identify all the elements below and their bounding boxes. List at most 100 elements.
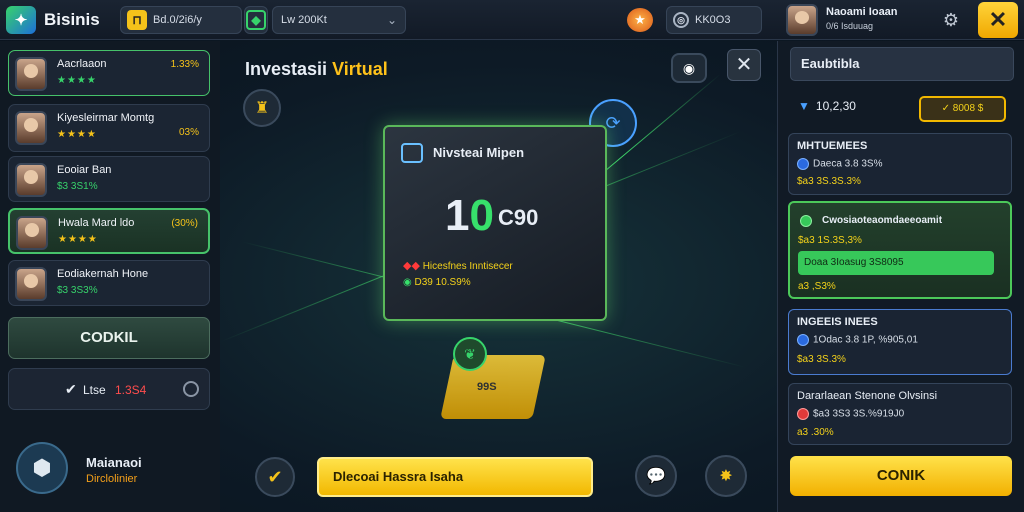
player-stat: $3 3S1% — [57, 181, 98, 192]
investment-amount: 10 C90 — [445, 191, 538, 241]
shield-check-icon[interactable]: ✔ — [255, 457, 295, 497]
player-name: Eodiakernah Hone — [57, 268, 149, 280]
right-panel: Eaubtibla ▼ 10,2,30 ✓ 8008 $ MHTUEMEES Da… — [777, 41, 1024, 512]
diamond-icon: ◆◆ — [403, 260, 420, 272]
wallet-icon — [401, 143, 423, 163]
cube-icon[interactable]: ⬢ — [16, 442, 68, 494]
panel-row: ◆◆ Hicesfnes Inntisecer — [403, 259, 513, 272]
app-logo-icon: ✦ — [6, 6, 36, 34]
section-line: a3 ,S3% — [798, 281, 836, 292]
left-panel: Aacrlaaon 1.33% ★★★★ Kiyesleirmar Momtg … — [0, 41, 220, 512]
panel-title: Eaubtibla — [790, 47, 1014, 81]
player-rating: ★★★★ — [58, 234, 98, 245]
progress-label: Doaa 3Ioasug 3S8095 — [804, 257, 904, 268]
info-section[interactable]: MHTUEMEES Daeca 3.8 3S% $a3 3S.3S.3% — [788, 133, 1012, 195]
bet-value: Lw 200Kt — [281, 14, 327, 26]
likes-label: Ltse — [83, 383, 106, 397]
likes-panel[interactable]: ✔ Ltse 1.3S4 — [8, 368, 210, 410]
section-heading: MHTUEMEES — [797, 140, 868, 152]
check-icon — [797, 158, 809, 170]
info-icon[interactable] — [183, 381, 199, 397]
section-line: $a3 3S.3% — [797, 354, 846, 365]
trophy-badge-icon[interactable]: ♜ — [243, 89, 281, 127]
section-line: Daeca 3.8 3S% — [813, 158, 883, 170]
info-section-active[interactable]: Cwosiaoteaomdaeeoamit $a3 1S.3S,3% Doaa … — [788, 201, 1012, 299]
score-icon: ◎ — [673, 12, 689, 28]
info-section[interactable]: Dararlaean Stenone Olvsinsi $a3 3S3 3S.%… — [788, 383, 1012, 445]
action-bar[interactable]: Dlecoai Hassra Isaha — [317, 457, 593, 497]
check-icon — [797, 334, 809, 346]
player-card[interactable]: Kiyesleirmar Momtg 03% ★★★★ — [8, 104, 210, 152]
action-button[interactable]: CODKIL — [8, 317, 210, 359]
player-rating: ★★★★ — [57, 129, 97, 140]
close-button[interactable]: ✕ — [978, 2, 1018, 38]
player-value: 03% — [178, 127, 199, 138]
section-line: 1Odac 3.8 1P, %905,01 — [813, 334, 918, 346]
likes-value: 1.3S4 — [115, 383, 147, 397]
check-circle-icon: ◉ — [403, 277, 412, 288]
balance: ▼ 10,2,30 — [798, 99, 856, 113]
section-heading: Dararlaean Stenone Olvsinsi — [797, 390, 938, 402]
amount-accent: 0 — [469, 191, 494, 240]
player-card[interactable]: Eodiakernah Hone $3 3S3% — [8, 260, 210, 306]
score-pill[interactable]: ◎ KK0O3 — [666, 6, 762, 34]
pay-button[interactable]: ✓ 8008 $ — [919, 96, 1006, 122]
amount-main: 1 — [445, 191, 470, 240]
investment-panel: Nivsteai Mipen 10 C90 ◆◆ Hicesfnes Inntis… — [383, 125, 607, 321]
player-value: (30%) — [171, 218, 198, 229]
coin-icon: ⊓ — [127, 10, 147, 30]
app-title: Bisinis — [44, 10, 100, 29]
chip-label: 99S — [477, 381, 497, 393]
avatar — [15, 163, 47, 197]
player-card-selected[interactable]: Hwala Mard ldo (30%) ★★★★ — [8, 208, 210, 254]
progress-bar: Doaa 3Ioasug 3S8095 — [798, 251, 994, 275]
top-bar: ✦ Bisinis ⊓ Bd.0/2i6/y ◆ Lw 200Kt ⌄ ★ ◎ … — [0, 0, 1024, 40]
close-panel-button[interactable]: ✕ — [727, 49, 761, 81]
chevron-down-icon: ⌄ — [386, 13, 397, 27]
player-rating: ★★★★ — [57, 75, 97, 86]
gem-button[interactable]: ◆ — [244, 6, 268, 34]
row-text: D39 10.S9% — [414, 277, 471, 288]
page-title: Investasii Virtual — [245, 59, 388, 80]
avatar — [16, 216, 48, 250]
avatar — [15, 57, 47, 91]
alert-icon — [797, 408, 809, 420]
player-card[interactable]: Aacrlaaon 1.33% ★★★★ — [8, 50, 210, 96]
confirm-button[interactable]: CONIK — [790, 456, 1012, 496]
section-line: a3 .30% — [797, 427, 834, 438]
player-value: 1.33% — [170, 59, 199, 70]
game-screen: ✦ Bisinis ⊓ Bd.0/2i6/y ◆ Lw 200Kt ⌄ ★ ◎ … — [0, 0, 1024, 512]
gear-icon[interactable]: ⚙ — [940, 9, 962, 31]
profile-name: Maianaoi — [86, 455, 142, 470]
profile-subtitle: Dirclolinier — [86, 473, 138, 485]
coins-value: Bd.0/2i6/y — [153, 14, 202, 26]
coins-pill[interactable]: ⊓ Bd.0/2i6/y — [120, 6, 242, 34]
section-line: $a3 3S.3S.3% — [797, 176, 861, 187]
title-accent: Virtual — [332, 59, 388, 79]
avatar — [15, 111, 47, 145]
trophy-icon[interactable]: ★ — [627, 8, 653, 32]
avatar — [15, 267, 47, 301]
player-stat: $3 3S3% — [57, 285, 98, 296]
amount-suffix: C90 — [497, 205, 539, 231]
score-value: KK0O3 — [695, 14, 731, 26]
panel-row: ◉ D39 10.S9% — [403, 277, 471, 288]
section-heading: Cwosiaoteaomdaeeoamit — [822, 215, 943, 226]
player-name: Aacrlaaon — [57, 58, 107, 70]
row-text: Hicesfnes Inntisecer — [422, 261, 513, 272]
boost-icon[interactable]: ✸ — [705, 455, 747, 497]
balance-value: 10,2,30 — [815, 99, 856, 113]
section-heading: INGEEIS INEES — [797, 316, 878, 328]
title-main: Investasii — [245, 59, 328, 79]
user-subtitle: 0/6 Isduuag — [826, 21, 874, 31]
chat-icon[interactable]: 💬 — [635, 455, 677, 497]
user-avatar[interactable] — [786, 4, 818, 36]
check-icon: ✔ — [65, 381, 77, 397]
player-card[interactable]: Eooiar Ban $3 3S1% — [8, 156, 210, 202]
bet-selector[interactable]: Lw 200Kt ⌄ — [272, 6, 406, 34]
info-section[interactable]: INGEEIS INEES 1Odac 3.8 1P, %905,01 $a3 … — [788, 309, 1012, 375]
section-line: $a3 3S3 3S.%919J0 — [813, 408, 905, 420]
pay-label: 8008 — [952, 103, 976, 114]
camera-icon[interactable]: ◉ — [671, 53, 707, 83]
leaf-icon[interactable]: ❦ — [453, 337, 487, 371]
